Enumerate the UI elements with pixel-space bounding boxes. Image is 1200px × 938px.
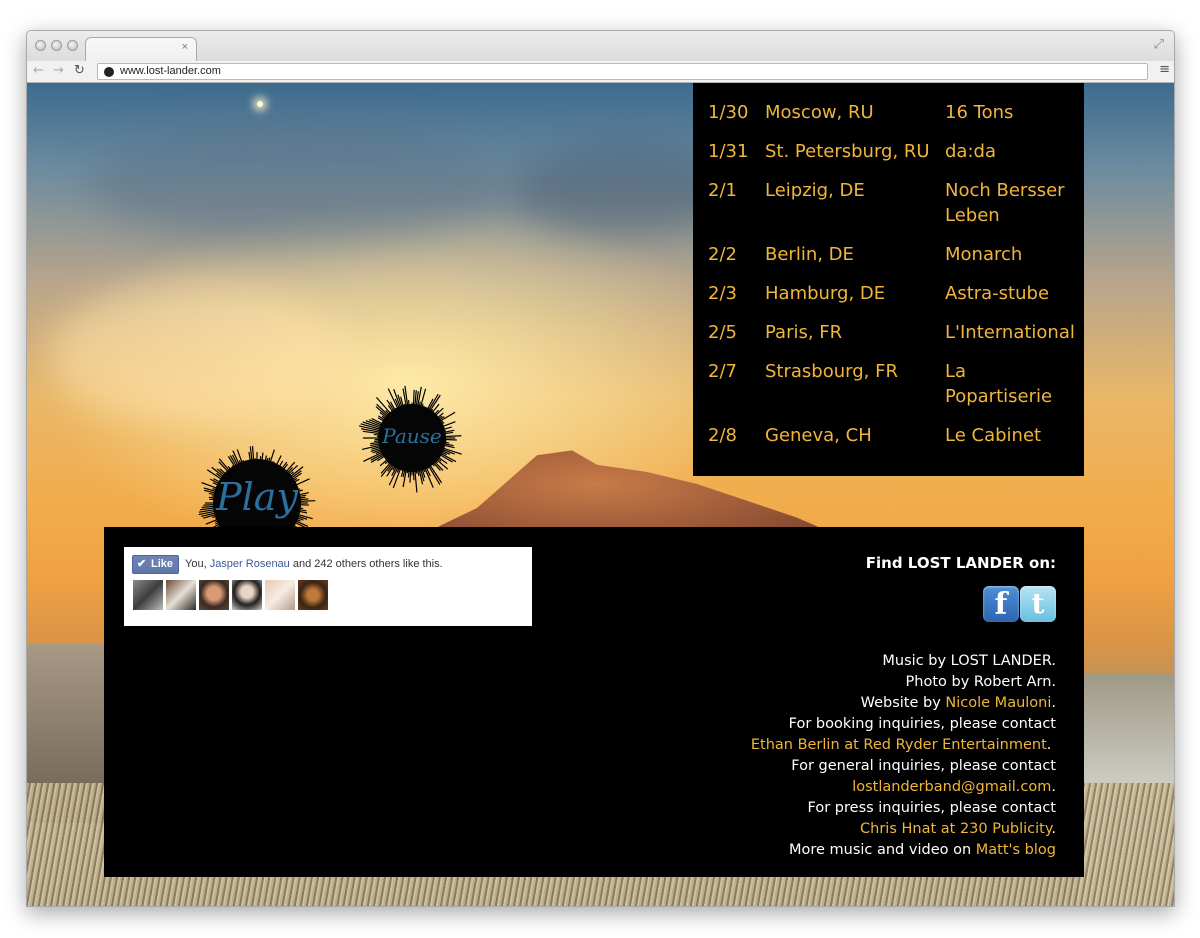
tour-venue: da:da: [945, 141, 996, 162]
tour-date: 2/2: [708, 244, 737, 265]
checkmark-icon: ✔: [137, 558, 147, 570]
tour-city: Geneva, CH: [765, 425, 872, 446]
press-text: For press inquiries, please contact: [807, 800, 1056, 816]
tour-city: Strasbourg, FR: [765, 361, 898, 382]
tour-venue: La Popartiserie: [945, 361, 1053, 407]
tour-venue: 16 Tons: [945, 102, 1014, 123]
like-summary: You, Jasper Rosenau and 242 others other…: [185, 558, 443, 570]
tour-row: 2/8 Geneva, CH Le Cabinet: [708, 423, 1072, 448]
back-icon[interactable]: ←: [33, 63, 44, 78]
booking-link[interactable]: Ethan Berlin at Red Ryder Entertainment: [751, 737, 1047, 753]
reload-icon[interactable]: ↻: [74, 63, 85, 78]
website-credit: Website by Nicole Mauloni.: [751, 693, 1056, 714]
general-text: For general inquiries, please contact: [791, 758, 1056, 774]
avatar[interactable]: [199, 580, 229, 610]
facebook-like-button[interactable]: ✔ Like: [132, 555, 179, 574]
tab-bar: × ⤢: [27, 31, 1174, 61]
booking-line: Ethan Berlin at Red Ryder Entertainment.: [751, 735, 1056, 756]
email-link[interactable]: lostlanderband@gmail.com: [852, 779, 1051, 795]
tour-city: Moscow, RU: [765, 102, 874, 123]
tour-dates-panel: 1/30 Moscow, RU 16 Tons 1/31 St. Petersb…: [693, 83, 1084, 476]
website-designer-link[interactable]: Nicole Mauloni: [945, 695, 1051, 711]
photo-credit: Photo by Robert Arn.: [905, 674, 1056, 690]
browser-menu-icon[interactable]: ≡: [1159, 62, 1170, 77]
booking-text: For booking inquiries, please contact: [788, 716, 1056, 732]
press-suffix: .: [1051, 821, 1056, 837]
tour-venue: Astra-stube: [945, 283, 1050, 304]
site-favicon-icon: [104, 67, 114, 77]
browser-toolbar: ← → ↻ www.lost-lander.com ≡: [27, 61, 1174, 83]
credits: Music by LOST LANDER. Photo by Robert Ar…: [751, 651, 1056, 861]
tour-city: Berlin, DE: [765, 244, 854, 265]
avatar[interactable]: [232, 580, 262, 610]
tour-date: 2/3: [708, 283, 737, 304]
avatar[interactable]: [265, 580, 295, 610]
forward-icon[interactable]: →: [53, 63, 64, 78]
tour-row: 1/30 Moscow, RU 16 Tons: [708, 100, 1072, 125]
tour-date: 2/1: [708, 180, 737, 201]
zoom-window-button[interactable]: [67, 40, 78, 51]
tour-city: Hamburg, DE: [765, 283, 886, 304]
address-bar[interactable]: www.lost-lander.com: [97, 63, 1148, 80]
tour-row: 2/5 Paris, FR L'International: [708, 320, 1075, 345]
like-label: Like: [151, 558, 174, 570]
tour-venue: Le Cabinet: [945, 425, 1042, 446]
like-suffix: and 242 others others like this.: [289, 558, 443, 570]
tour-venue: L'International: [945, 322, 1075, 343]
tour-date: 2/8: [708, 425, 737, 446]
website-prefix: Website by: [860, 695, 946, 711]
tour-date: 1/31: [708, 141, 749, 162]
tour-date: 2/7: [708, 361, 737, 382]
blog-link[interactable]: Matt's blog: [976, 842, 1056, 858]
more-line: More music and video on Matt's blog: [751, 840, 1056, 861]
website-suffix: .: [1051, 695, 1056, 711]
press-link[interactable]: Chris Hnat at 230 Publicity: [860, 821, 1051, 837]
tour-row: 2/1 Leipzig, DE Noch Bersser Leben: [708, 178, 1072, 228]
friend-avatars: [133, 580, 328, 610]
page-viewport: Play Pause 1/30 Moscow, RU 16 Tons 1/31 …: [27, 83, 1174, 906]
close-window-button[interactable]: [35, 40, 46, 51]
tour-date: 1/30: [708, 102, 749, 123]
social-heading: Find LOST LANDER on:: [865, 554, 1056, 572]
tab-close-icon[interactable]: ×: [182, 41, 188, 53]
pause-label: Pause: [382, 424, 442, 448]
tour-venue: Monarch: [945, 244, 1023, 265]
fullscreen-icon[interactable]: ⤢: [1154, 37, 1164, 52]
like-prefix: You,: [185, 558, 210, 570]
tour-row: 2/7 Strasbourg, FR La Popartiserie: [708, 359, 1072, 409]
tour-city: St. Petersburg, RU: [765, 141, 930, 162]
browser-window: × ⤢ ← → ↻ www.lost-lander.com ≡ Play Pau…: [26, 30, 1175, 907]
more-prefix: More music and video on: [788, 842, 976, 858]
pause-button[interactable]: Pause: [357, 383, 467, 493]
avatar[interactable]: [133, 580, 163, 610]
twitter-icon[interactable]: t: [1020, 586, 1056, 622]
tour-row: 1/31 St. Petersburg, RU da:da: [708, 139, 1072, 164]
tour-city: Leipzig, DE: [765, 180, 865, 201]
avatar[interactable]: [166, 580, 196, 610]
browser-tab[interactable]: ×: [85, 37, 197, 61]
tour-row: 2/2 Berlin, DE Monarch: [708, 242, 1072, 267]
cloud: [47, 283, 347, 423]
press-line: Chris Hnat at 230 Publicity.: [751, 819, 1056, 840]
tour-row: 2/3 Hamburg, DE Astra-stube: [708, 281, 1072, 306]
cloud: [87, 123, 507, 243]
tour-date: 2/5: [708, 322, 737, 343]
play-label: Play: [216, 475, 298, 519]
facebook-icon[interactable]: f: [983, 586, 1019, 622]
general-suffix: .: [1051, 779, 1056, 795]
minimize-window-button[interactable]: [51, 40, 62, 51]
avatar[interactable]: [298, 580, 328, 610]
facebook-like-widget: ✔ Like You, Jasper Rosenau and 242 other…: [124, 547, 532, 626]
tour-city: Paris, FR: [765, 322, 843, 343]
footer-panel: ✔ Like You, Jasper Rosenau and 242 other…: [104, 527, 1084, 877]
booking-suffix: .: [1046, 737, 1052, 753]
general-line: lostlanderband@gmail.com.: [751, 777, 1056, 798]
star-icon: [257, 101, 263, 107]
music-credit: Music by LOST LANDER.: [882, 653, 1056, 669]
friend-link[interactable]: Jasper Rosenau: [210, 558, 290, 570]
tour-venue: Noch Bersser Leben: [945, 180, 1065, 226]
url-text: www.lost-lander.com: [120, 65, 221, 77]
